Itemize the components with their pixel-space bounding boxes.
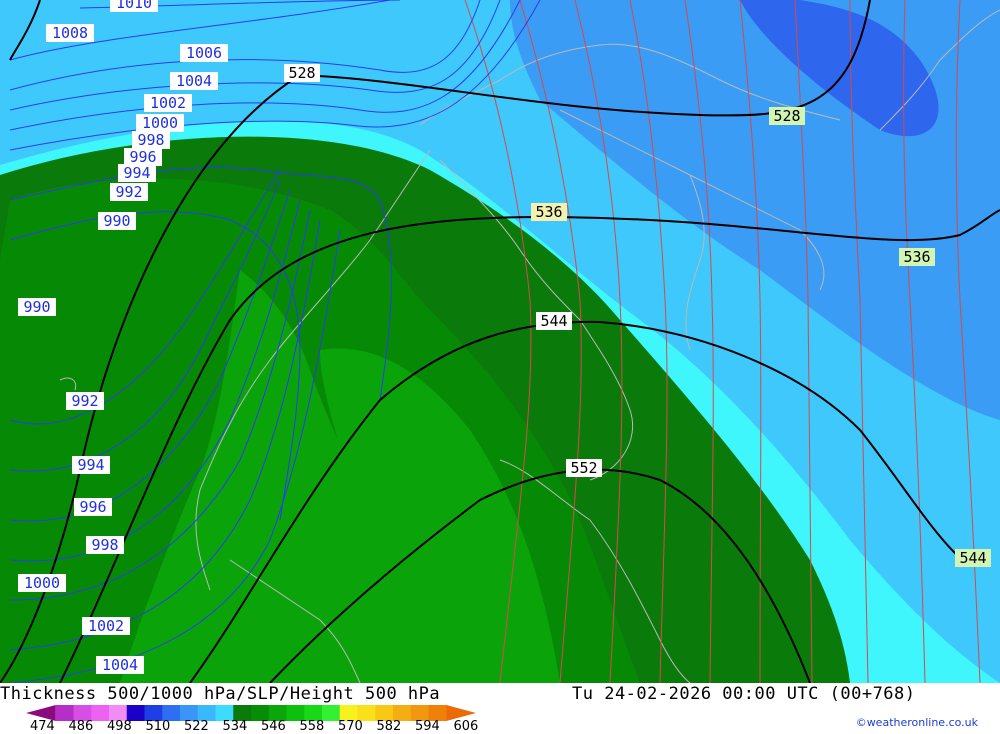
legend-tick-label: 474	[30, 719, 55, 734]
svg-text:1008: 1008	[52, 24, 88, 42]
svg-text:1010: 1010	[116, 0, 152, 12]
svg-text:992: 992	[115, 183, 142, 201]
height-label-536b: 536	[899, 248, 935, 266]
svg-text:1004: 1004	[102, 656, 138, 674]
svg-text:990: 990	[23, 298, 50, 316]
slp-label-996b: 996	[74, 498, 112, 516]
height-label-552: 552	[566, 459, 602, 477]
slp-label-1000: 1000	[136, 114, 184, 132]
slp-label-1002b: 1002	[82, 617, 130, 635]
svg-text:552: 552	[570, 459, 597, 477]
legend-tick-label: 570	[338, 719, 363, 734]
svg-text:528: 528	[288, 64, 315, 82]
slp-label-998b: 998	[86, 536, 124, 554]
svg-text:544: 544	[959, 549, 986, 567]
legend-tick-label: 534	[222, 719, 248, 734]
legend-tick-label: 510	[145, 719, 171, 734]
svg-text:1004: 1004	[176, 72, 212, 90]
color-legend	[26, 705, 476, 721]
slp-label-998: 998	[132, 131, 170, 149]
svg-text:1006: 1006	[186, 44, 222, 62]
svg-text:994: 994	[123, 164, 150, 182]
height-label-544b: 544	[955, 549, 991, 567]
svg-text:528: 528	[773, 107, 800, 125]
svg-text:998: 998	[137, 131, 164, 149]
legend-tick-label: 522	[184, 719, 209, 734]
legend-tick-label: 606	[453, 719, 479, 734]
svg-text:1002: 1002	[88, 617, 124, 635]
height-label-528b: 528	[769, 107, 805, 125]
height-label-528a: 528	[284, 64, 320, 82]
legend-tick-label: 558	[299, 719, 325, 734]
slp-label-1000b: 1000	[18, 574, 66, 592]
slp-label-992b: 992	[66, 392, 104, 410]
slp-label-994: 994	[118, 164, 156, 182]
svg-text:536: 536	[903, 248, 930, 266]
slp-label-1006: 1006	[180, 44, 228, 62]
svg-text:994: 994	[77, 456, 104, 474]
height-label-544a: 544	[536, 312, 572, 330]
map-datetime: Tu 24-02-2026 00:00 UTC (00+768)	[572, 684, 916, 704]
svg-text:996: 996	[79, 498, 106, 516]
legend-tick-label: 498	[107, 719, 132, 734]
slp-label-1004: 1004	[170, 72, 218, 90]
slp-label-992: 992	[110, 183, 148, 201]
height-label-536a: 536	[531, 203, 567, 221]
slp-label-1002: 1002	[144, 94, 192, 112]
svg-text:1000: 1000	[142, 114, 178, 132]
svg-text:998: 998	[91, 536, 118, 554]
legend-tick-label: 546	[261, 719, 286, 734]
svg-text:990: 990	[103, 212, 130, 230]
legend-tick-label: 594	[415, 719, 440, 734]
slp-label-1008: 1008	[46, 24, 94, 42]
svg-text:536: 536	[535, 203, 562, 221]
svg-text:1002: 1002	[150, 94, 186, 112]
slp-label-990: 990	[98, 212, 136, 230]
slp-label-990b: 990	[18, 298, 56, 316]
slp-label-994b: 994	[72, 456, 110, 474]
legend-tick-label: 582	[376, 719, 402, 734]
svg-text:992: 992	[71, 392, 98, 410]
weather-map: 1010 1008 1006 1004 1002 1000 998 996 99…	[0, 0, 1000, 683]
legend-tick-label: 486	[68, 719, 94, 734]
map-title: Thickness 500/1000 hPa/SLP/Height 500 hP…	[0, 684, 441, 704]
credit-link[interactable]: ©weatheronline.co.uk	[856, 716, 978, 729]
slp-label-1004b: 1004	[96, 656, 144, 674]
slp-label-1010: 1010	[110, 0, 158, 12]
svg-text:544: 544	[540, 312, 567, 330]
svg-text:1000: 1000	[24, 574, 60, 592]
